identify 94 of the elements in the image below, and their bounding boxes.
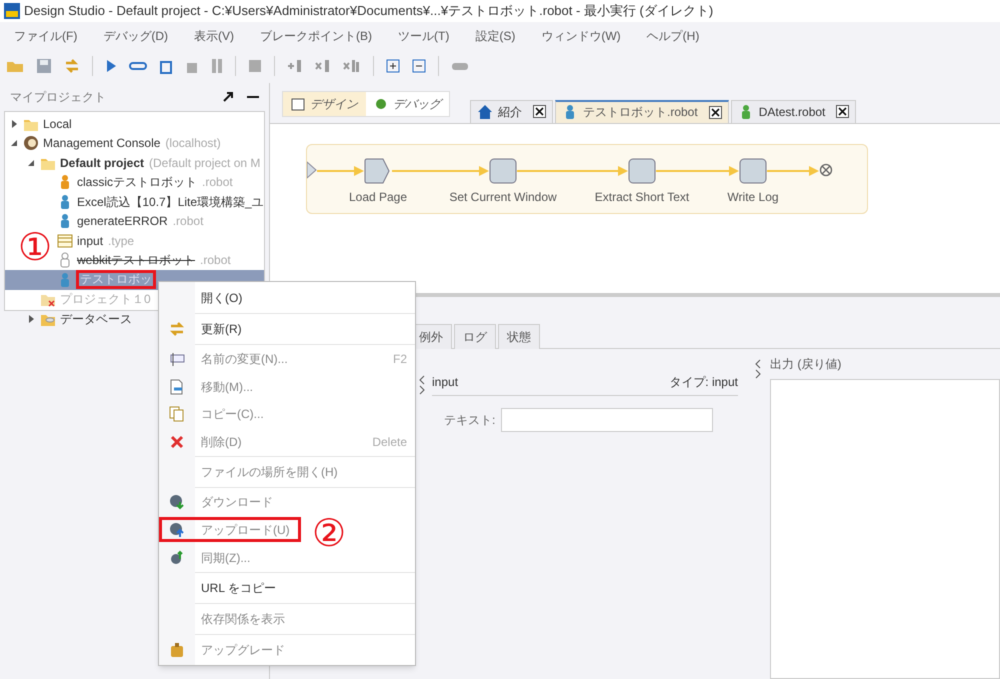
panel-tab[interactable]: ログ — [454, 324, 496, 349]
annotation-number: ① — [18, 228, 52, 268]
play-icon[interactable] — [105, 59, 117, 73]
arrows-icon — [169, 320, 185, 336]
menu-item[interactable]: ウィンドウ(W) — [541, 26, 621, 44]
annotation-number: ② — [312, 514, 346, 554]
tree-item[interactable]: Default project — [59, 154, 146, 172]
text-field[interactable] — [501, 408, 714, 432]
maximize-icon[interactable] — [223, 92, 233, 102]
tree-item[interactable]: webkitテストロボット — [76, 251, 196, 270]
tree-item[interactable]: input — [76, 232, 104, 250]
menu-item[interactable]: ファイル(F) — [14, 26, 78, 44]
table-icon — [57, 232, 73, 249]
collapse-icon[interactable] — [412, 59, 426, 73]
start-icon — [307, 160, 317, 179]
step-node[interactable] — [739, 158, 767, 184]
bug-icon — [374, 97, 388, 111]
remove-breakpoint-icon[interactable] — [315, 59, 331, 73]
document-arrow-icon — [169, 378, 185, 394]
type-label: タイプ: input — [669, 374, 738, 391]
globe-down-icon — [169, 494, 185, 510]
expand-icon[interactable] — [386, 59, 400, 73]
panel-title: マイプロジェクト — [10, 89, 106, 106]
flow-arrow — [439, 164, 489, 177]
menu-item[interactable]: デバッグ(D) — [103, 26, 168, 44]
menu-item[interactable]: URL をコピー — [201, 579, 276, 597]
menu-item[interactable]: ツール(T) — [398, 26, 450, 44]
menu-item[interactable]: ブレークポイント(B) — [260, 26, 372, 44]
step-into-icon[interactable] — [159, 58, 173, 74]
step-label: Extract Short Text — [594, 188, 690, 206]
upgrade-icon — [169, 642, 185, 658]
tree-item[interactable]: generateERROR — [76, 212, 169, 230]
editor-tab[interactable]: 紹介 — [470, 100, 553, 123]
menu-item[interactable]: ヘルプ(H) — [646, 26, 700, 44]
window-title: Design Studio - Default project - C:¥Users¥Administrator¥Documents¥...¥テストロボット.robot - 最小実行 (ダイレクト) — [24, 2, 714, 20]
minimize-icon[interactable] — [247, 95, 259, 99]
item-suffix: (Default project on M — [149, 154, 260, 172]
connector-line — [517, 170, 567, 172]
menu-item[interactable]: 更新(R) — [201, 320, 242, 338]
step-label: Write Log — [727, 188, 779, 206]
tree-item[interactable]: Local — [42, 114, 73, 133]
item-suffix: .robot — [200, 252, 231, 270]
tab-label[interactable]: テストロボット.robot — [583, 103, 698, 122]
panel-tab[interactable]: 状態 — [498, 324, 540, 349]
globe-up-icon — [169, 522, 185, 538]
step-label: Load Page — [348, 188, 408, 206]
item-suffix: (localhost) — [165, 135, 221, 152]
globe-icon — [23, 135, 39, 152]
shortcut-label: Delete — [372, 434, 407, 450]
step-node[interactable] — [628, 158, 656, 184]
mode-button[interactable]: デザイン — [283, 92, 366, 116]
home-icon — [477, 104, 493, 120]
connector-line — [767, 170, 789, 172]
connector-line — [656, 170, 717, 172]
add-breakpoint-icon[interactable] — [287, 59, 303, 73]
design-icon — [291, 97, 305, 111]
input-name: input — [432, 374, 458, 391]
sync-icon — [169, 550, 185, 566]
connector-line — [392, 170, 439, 172]
tree-item[interactable]: データベース — [59, 310, 133, 328]
cross-icon — [169, 434, 185, 450]
item-suffix: .robot — [172, 213, 204, 230]
tab-label[interactable]: 紹介 — [498, 102, 522, 121]
menu-item[interactable]: 設定(S) — [475, 26, 516, 44]
close-icon[interactable] — [836, 105, 850, 118]
item-suffix: .robot — [202, 174, 233, 192]
flow-arrow — [789, 164, 819, 177]
editor-tab[interactable]: DAtest.robot — [730, 100, 856, 123]
shortcut-label: F2 — [392, 351, 407, 368]
end-icon — [819, 162, 833, 177]
close-icon[interactable] — [708, 106, 722, 119]
tree-item[interactable]: Excel読込【10.7】Lite環境構築_ユ — [76, 192, 264, 211]
step-label: Set Current Window — [449, 188, 557, 206]
item-suffix: .type — [108, 232, 134, 250]
tree-item[interactable]: Management Console — [42, 134, 162, 152]
step-over-icon[interactable] — [129, 60, 147, 72]
app-icon — [4, 3, 20, 19]
mode-button[interactable]: デバッグ — [366, 92, 449, 116]
flow-arrow — [317, 164, 364, 177]
step-node[interactable] — [489, 158, 517, 184]
editor-tab[interactable]: テストロボット.robot — [555, 100, 729, 123]
menu-item[interactable]: 表示(V) — [194, 26, 234, 44]
field-label: テキスト: — [444, 412, 496, 429]
tab-label[interactable]: DAtest.robot — [758, 102, 826, 121]
output-title: 出力 (戻り値) — [770, 356, 842, 373]
clear-breakpoints-icon[interactable] — [343, 59, 361, 73]
copy-icon — [169, 406, 185, 422]
flow-arrow — [717, 164, 739, 177]
menu-item[interactable]: 開く(O) — [201, 288, 242, 306]
tree-item[interactable]: classicテストロボット — [76, 173, 198, 192]
flow-arrow — [567, 164, 628, 177]
rename-icon — [169, 350, 185, 366]
close-icon[interactable] — [533, 105, 546, 118]
step-node[interactable] — [364, 158, 392, 184]
